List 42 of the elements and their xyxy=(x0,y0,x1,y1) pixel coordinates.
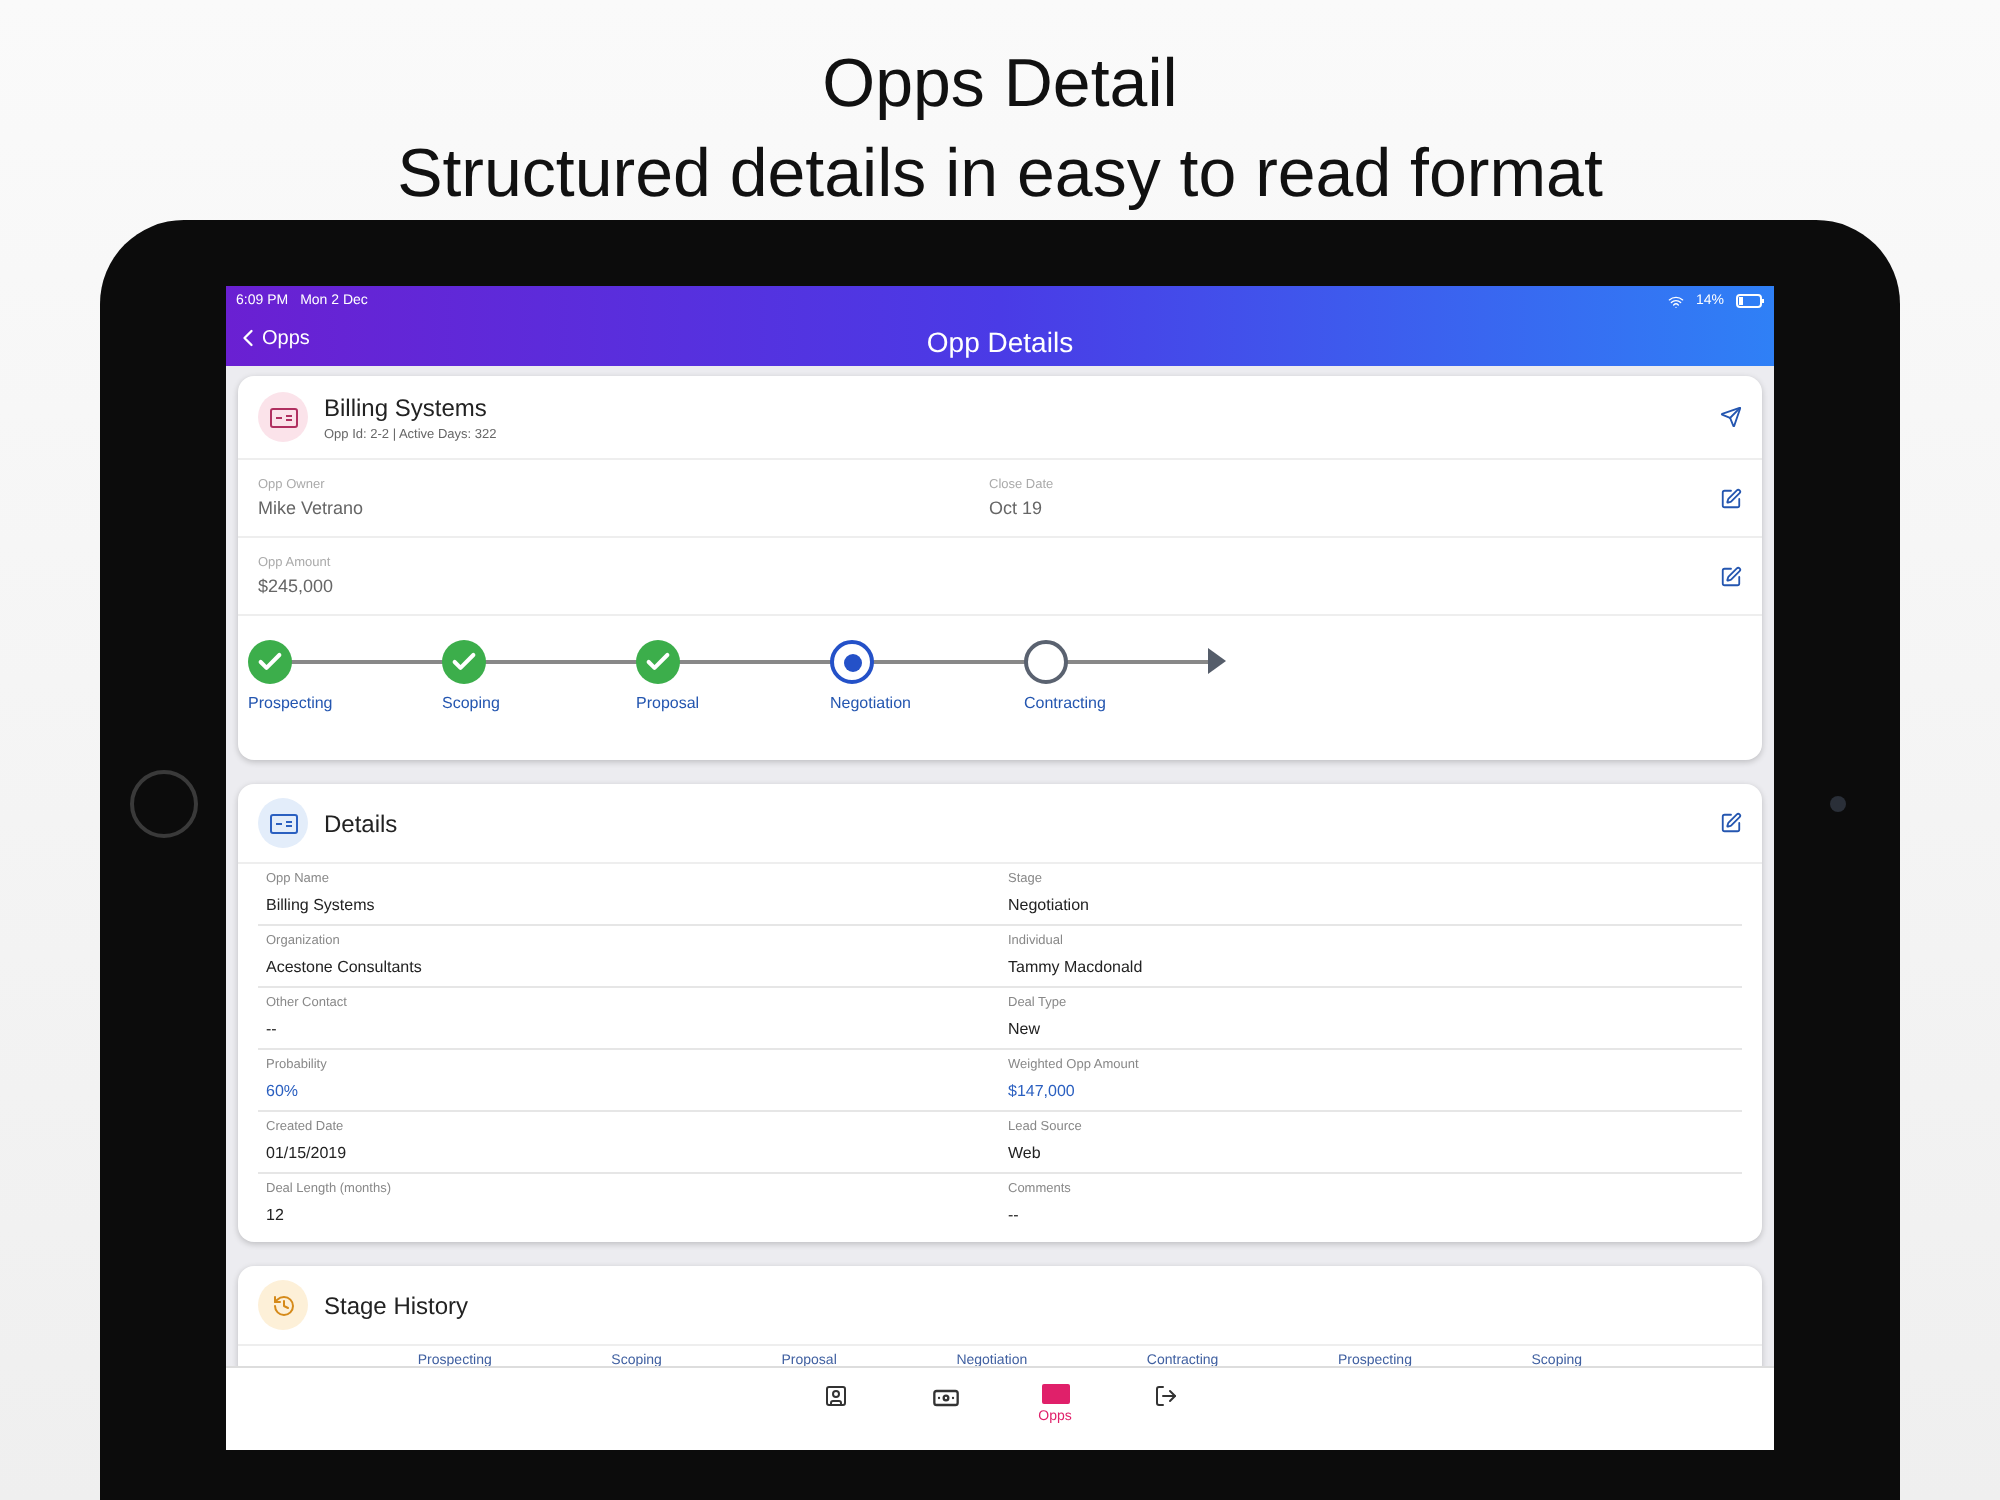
field-value: Web xyxy=(1008,1144,1043,1162)
battery-icon xyxy=(1736,294,1764,308)
opp-title: Billing Systems xyxy=(324,393,489,421)
stage-label: Contracting xyxy=(1024,694,1106,712)
check-icon xyxy=(450,648,478,676)
back-button[interactable]: Opps xyxy=(234,324,310,352)
logout-icon xyxy=(1153,1384,1177,1408)
section-title: Stage History xyxy=(324,1291,471,1319)
edit-icon[interactable] xyxy=(1720,487,1742,509)
check-icon xyxy=(644,648,672,676)
stage-label: Prospecting xyxy=(248,694,333,712)
check-icon xyxy=(256,648,284,676)
field-value: New xyxy=(1008,1020,1043,1038)
wifi-icon xyxy=(1667,293,1684,309)
field-value: Acestone Consultants xyxy=(266,958,424,976)
field-value: -- xyxy=(266,1020,279,1038)
stage-label: Negotiation xyxy=(830,694,911,712)
field-value: Billing Systems xyxy=(266,896,377,914)
stage-label: Scoping xyxy=(442,694,500,712)
field-value: Negotiation xyxy=(1008,896,1091,914)
field-value: Mike Vetrano xyxy=(258,498,366,518)
headline-title: Opps Detail xyxy=(822,44,1178,126)
banknote-icon xyxy=(931,1384,959,1412)
field-value: 01/15/2019 xyxy=(266,1144,349,1162)
field-value: Oct 19 xyxy=(989,498,1045,518)
field-value: $147,000 xyxy=(1008,1082,1077,1100)
field-value: -- xyxy=(1008,1206,1021,1224)
contact-card-icon xyxy=(823,1384,847,1408)
field-value: 60% xyxy=(266,1082,301,1100)
stage-label: Proposal xyxy=(636,694,700,712)
field-value: $245,000 xyxy=(258,576,336,596)
headline-subtitle: Structured details in easy to read format xyxy=(397,134,1603,216)
send-icon[interactable] xyxy=(1720,406,1742,428)
edit-icon[interactable] xyxy=(1720,812,1742,834)
field-value: Tammy Macdonald xyxy=(1008,958,1145,976)
camera-dot xyxy=(1829,795,1845,811)
history-icon xyxy=(271,1293,295,1317)
nav-title: Opp Details xyxy=(926,325,1074,357)
edit-icon[interactable] xyxy=(1720,565,1742,587)
arrow-icon xyxy=(1208,648,1228,674)
section-title: Details xyxy=(324,809,400,837)
field-value: 12 xyxy=(266,1206,286,1224)
